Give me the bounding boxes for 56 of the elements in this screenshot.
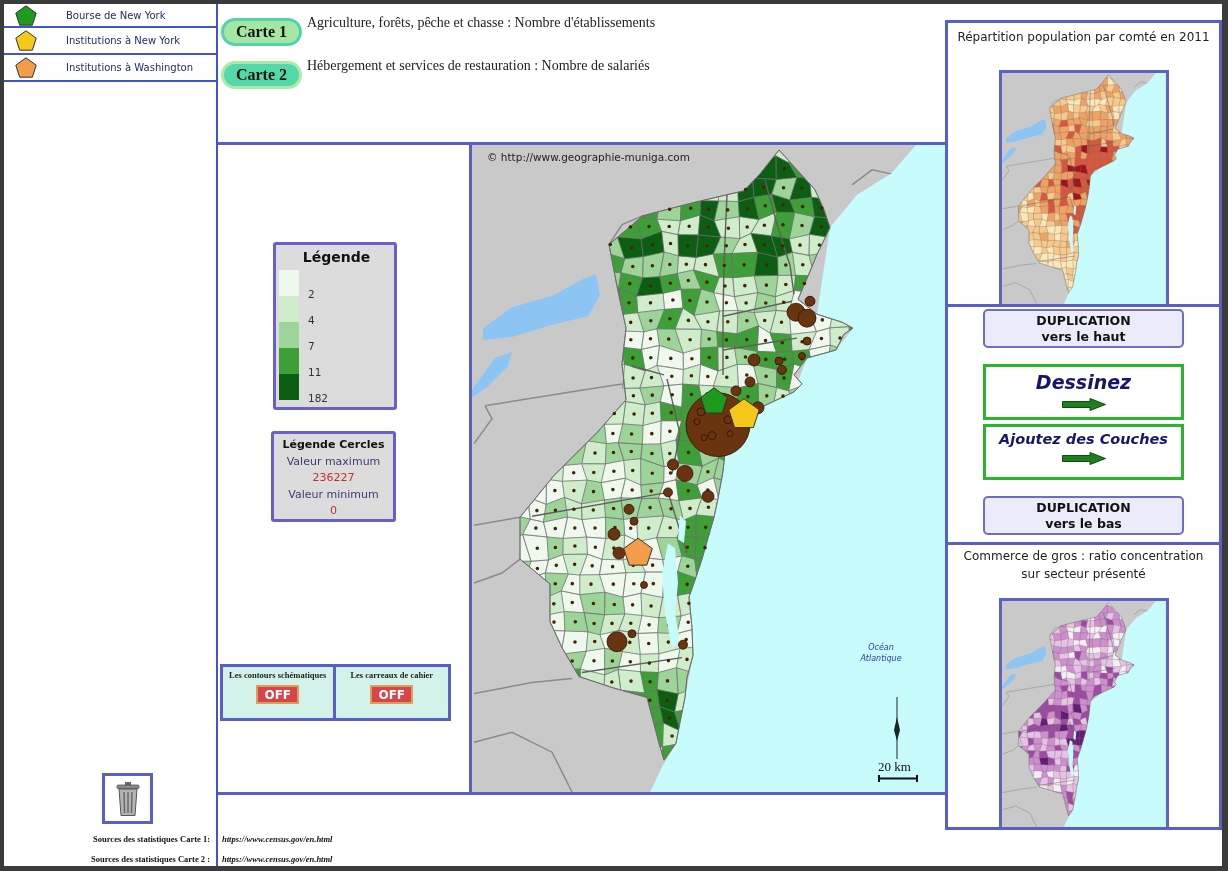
proportional-circle-icon (774, 356, 784, 366)
proportional-circle-icon (802, 336, 812, 346)
legend-value: 0 (330, 503, 337, 519)
toggle-label: Les carreaux de cahier (350, 670, 434, 681)
proportional-circle-icon (701, 490, 715, 503)
toggle-label: Les contours schématiques (229, 670, 327, 681)
map-button[interactable]: Carte 1 (221, 18, 302, 46)
trash-icon (115, 781, 140, 816)
sidebar-item[interactable]: Bourse de New York (4, 4, 216, 28)
proportional-circle-icon (612, 546, 626, 560)
trash-button[interactable] (102, 773, 153, 824)
lake (472, 352, 512, 398)
legend-label: 2 (308, 288, 315, 300)
copyright-label: © http://www.geographie-muniga.com (487, 151, 690, 164)
proportional-circle-icon (678, 639, 688, 650)
legend-value: 236227 (312, 470, 355, 486)
proportional-circle-icon (798, 352, 806, 360)
proportional-circle-icon (744, 376, 756, 388)
map-title: Hébergement et services de restauration : Nombre de salariés (307, 58, 650, 74)
draw-button[interactable]: Dessinez (983, 364, 1184, 420)
sidebar-item[interactable]: Institutions à Washington (4, 55, 216, 82)
legend-label: 4 (308, 314, 315, 326)
legend-title: Légende Cercles (282, 437, 385, 453)
legend-caption: Valeur maximum (286, 453, 381, 470)
scale-label: 20 km (878, 759, 911, 774)
panel-title: Répartition population par comté en 2011 (956, 29, 1211, 46)
duplicate-button[interactable]: DUPLICATION vers le bas (983, 496, 1184, 535)
legend-caption: Valeur minimum (288, 486, 379, 503)
legend-title: Légende (302, 248, 371, 266)
proportional-circle-icon (640, 581, 648, 589)
proportional-circle-icon (663, 487, 673, 498)
legend-label: 11 (308, 366, 322, 378)
map-button[interactable]: Carte 2 (221, 61, 302, 89)
draw-button[interactable]: Ajoutez des Couches (983, 424, 1184, 480)
arrow-right-icon (1061, 398, 1106, 411)
proportional-circle-icon (777, 365, 787, 375)
toggle-button[interactable]: OFF (370, 685, 414, 704)
source-label: Sources des statistiques Carte 2 : (90, 853, 210, 866)
legend-label: 7 (308, 340, 315, 352)
scale-bar-icon (878, 775, 918, 782)
sidebar-item[interactable]: Institutions à New York (4, 28, 216, 55)
proportional-circle-icon (747, 353, 761, 367)
proportional-circle-icon (629, 516, 639, 526)
proportional-circle-icon (607, 527, 621, 541)
arrow-right-icon (1061, 452, 1106, 465)
proportional-circle-icon (623, 503, 635, 515)
legend-label: 182 (308, 392, 329, 404)
source-label: Sources des statistiques Carte 1: (93, 833, 210, 846)
north-arrow-icon (891, 697, 903, 759)
duplicate-button[interactable]: DUPLICATION vers le haut (983, 309, 1184, 348)
ocean-label: Océan Atlantique (860, 642, 902, 664)
map-title: Agriculture, forêts, pêche et chasse : Nombre d'établissements (307, 15, 656, 31)
toggle-button[interactable]: OFF (256, 685, 300, 704)
panel-title: Commerce de gros : ratio concentration sur secteur présenté (962, 548, 1205, 583)
source-link[interactable]: https://www.census.gov/en.html (222, 832, 333, 846)
source-link[interactable]: https://www.census.gov/en.html (222, 852, 333, 866)
